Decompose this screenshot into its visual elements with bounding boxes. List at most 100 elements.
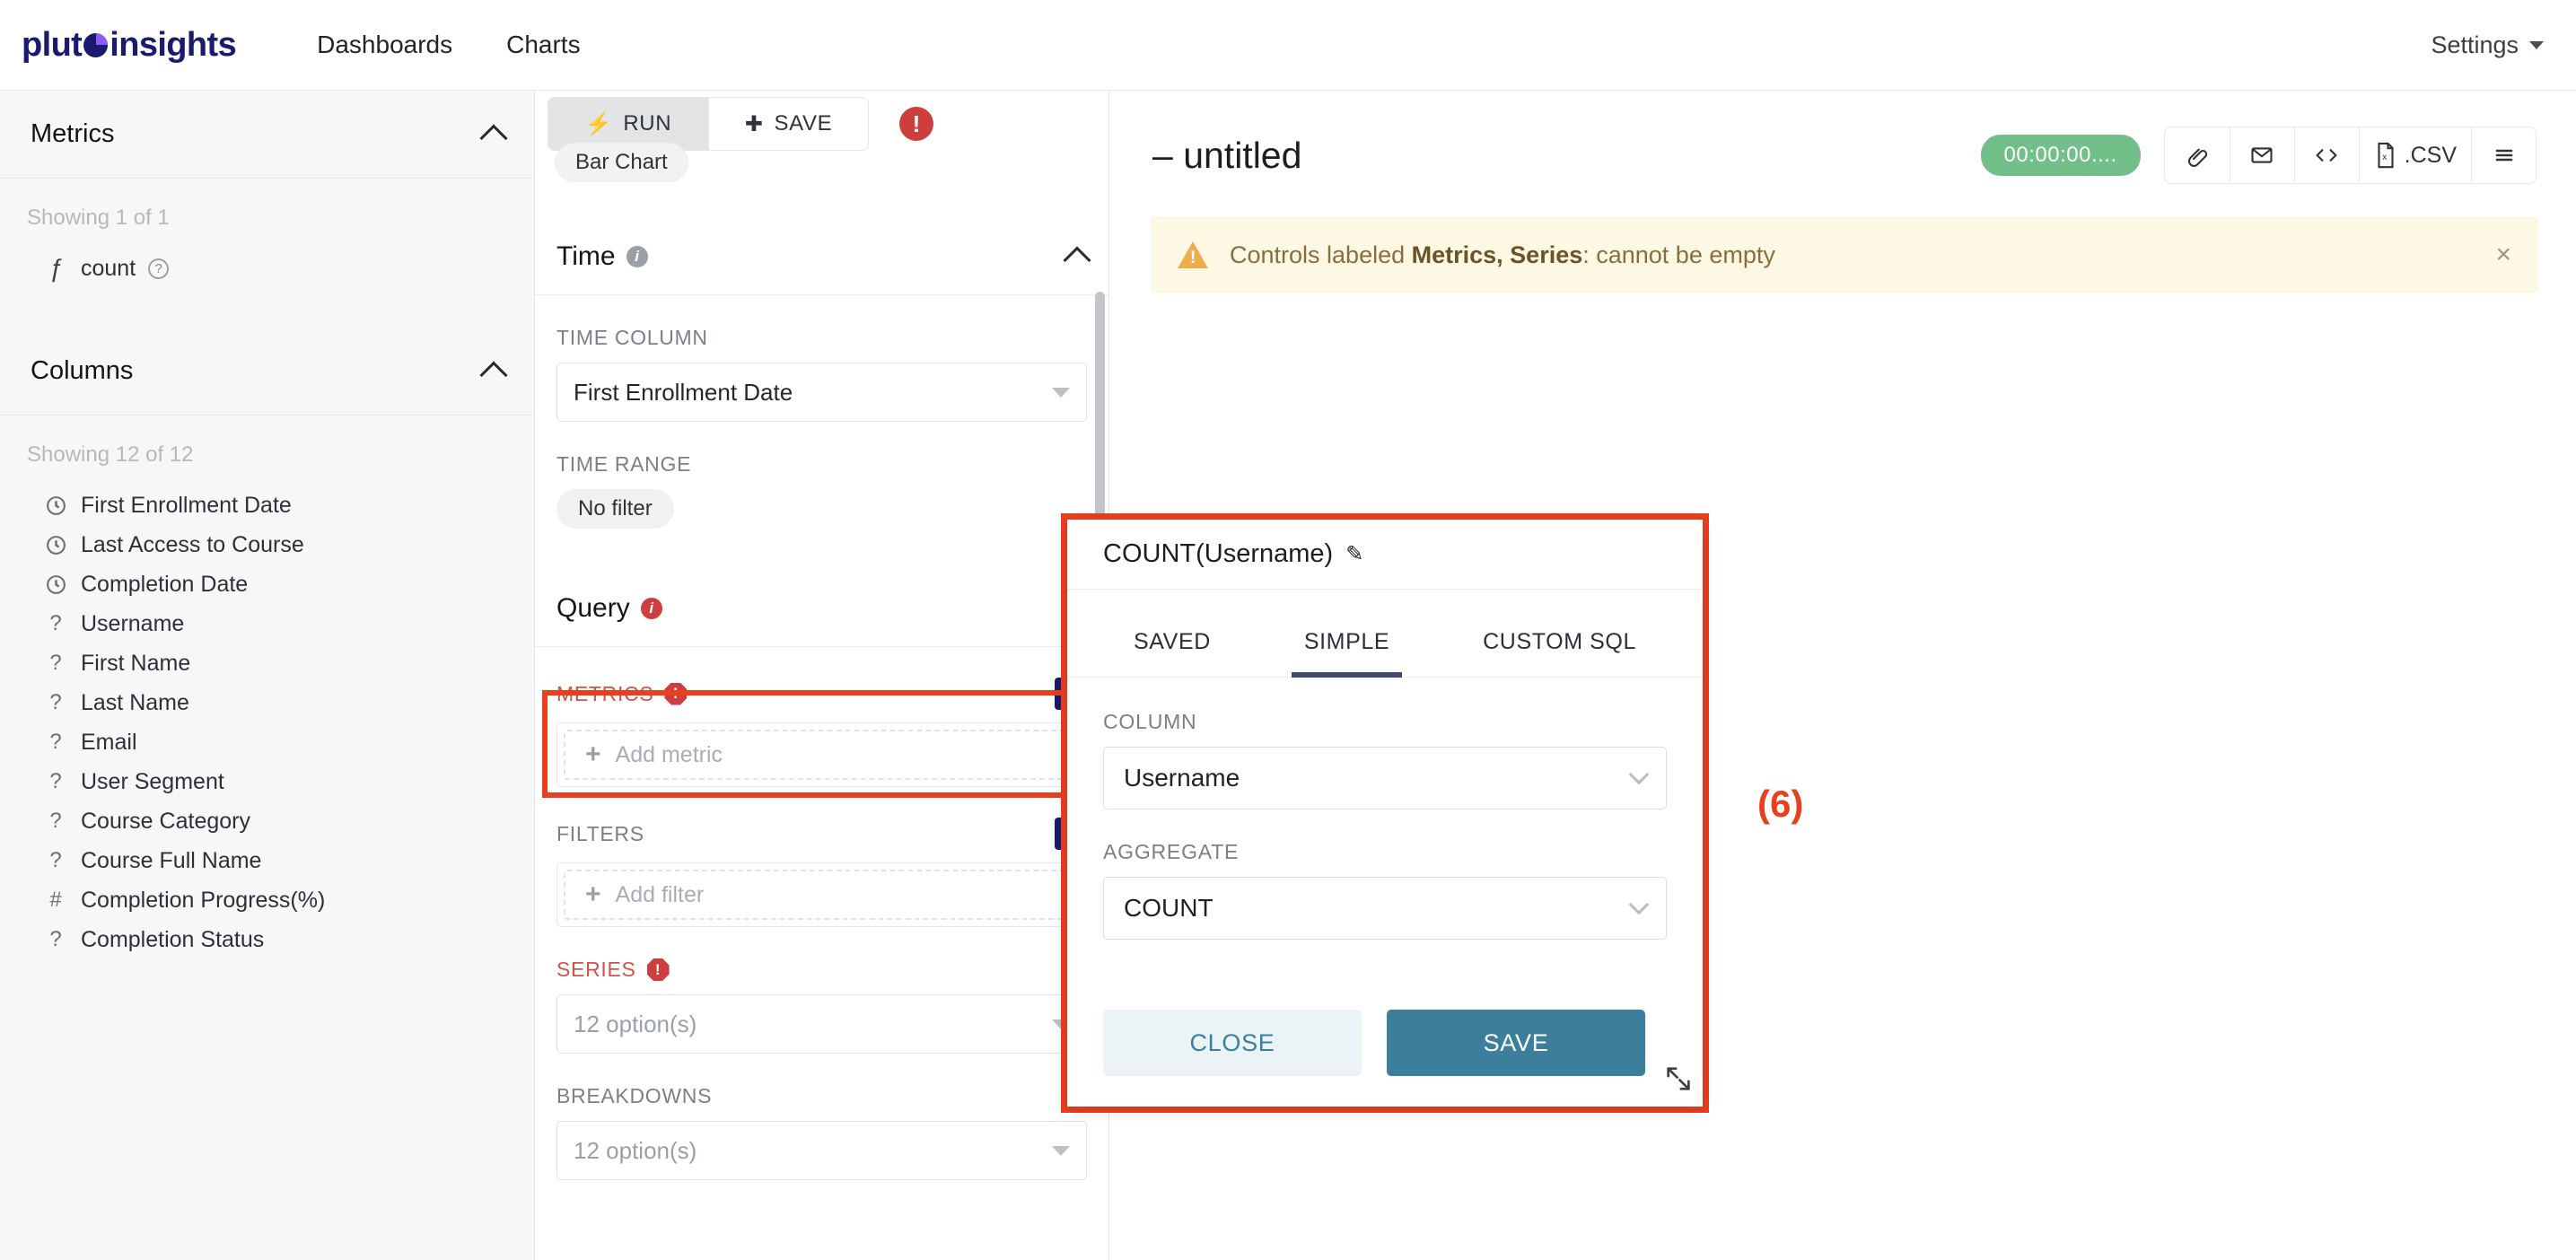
question-icon: ?	[49, 730, 62, 754]
popover-column-label: COLUMN	[1103, 710, 1197, 733]
list-item[interactable]: ? Email	[0, 722, 534, 762]
help-icon[interactable]: ?	[148, 258, 170, 279]
metrics-section-header[interactable]: Metrics	[0, 91, 534, 179]
add-metric-placeholder[interactable]: + Add metric	[564, 730, 1080, 780]
time-section-header[interactable]: Time i	[535, 218, 1108, 295]
breakdowns-select[interactable]: 12 option(s)	[556, 1121, 1087, 1180]
popover-title: COUNT(Username)	[1103, 539, 1334, 568]
popover-column-field: COLUMN Username	[1103, 710, 1667, 809]
list-item[interactable]: ? First Name	[0, 643, 534, 683]
query-section-header[interactable]: Query i	[535, 570, 1108, 647]
alert-text-bold: Metrics, Series	[1411, 241, 1583, 268]
series-label: SERIES	[556, 958, 636, 981]
tab-saved[interactable]: SAVED	[1121, 620, 1223, 677]
list-item[interactable]: ? Username	[0, 604, 534, 643]
filters-dropzone[interactable]: + Add filter	[556, 862, 1087, 927]
save-query-button[interactable]: ✚ SAVE	[708, 98, 868, 150]
list-item[interactable]: First Enrollment Date	[0, 486, 534, 525]
settings-menu[interactable]: Settings	[2431, 31, 2544, 59]
share-link-icon[interactable]	[2164, 127, 2230, 183]
metrics-dropzone[interactable]: + Add metric	[556, 722, 1087, 787]
chevron-down-icon	[1628, 894, 1650, 915]
app-logo[interactable]: plut insights	[22, 25, 237, 65]
hash-icon: #	[49, 888, 62, 912]
save-button[interactable]: SAVE	[1387, 1010, 1645, 1076]
filters-field: FILTERS + + Add filter	[556, 818, 1087, 927]
alert-text-after: : cannot be empty	[1582, 241, 1775, 268]
close-button[interactable]: CLOSE	[1103, 1010, 1362, 1076]
csv-icon[interactable]: x .CSV	[2358, 127, 2471, 183]
pluto-pie-icon	[83, 32, 109, 57]
list-item[interactable]: ? Last Name	[0, 683, 534, 722]
chevron-up-icon[interactable]	[479, 123, 508, 153]
list-item[interactable]: Last Access to Course	[0, 525, 534, 564]
metrics-label-row: METRICS ! +	[556, 678, 1087, 710]
add-filter-placeholder[interactable]: + Add filter	[564, 870, 1080, 920]
error-badge-icon[interactable]: !	[899, 107, 933, 141]
column-label: Email	[81, 729, 137, 755]
list-item[interactable]: # Completion Progress(%)	[0, 880, 534, 920]
info-icon[interactable]: i	[640, 597, 662, 619]
time-section-title: Time	[556, 241, 616, 271]
metric-item-count[interactable]: ƒ count ?	[0, 249, 534, 288]
chevron-down-icon	[1052, 1145, 1070, 1156]
column-label: User Segment	[81, 768, 224, 794]
chevron-down-icon	[1628, 764, 1650, 785]
menu-icon[interactable]	[2471, 127, 2536, 183]
run-button-label: RUN	[623, 111, 672, 136]
columns-section-header[interactable]: Columns	[0, 328, 534, 416]
popover-aggregate-label: AGGREGATE	[1103, 840, 1240, 863]
list-item[interactable]: ? Course Category	[0, 801, 534, 841]
tab-custom-sql[interactable]: CUSTOM SQL	[1470, 620, 1649, 677]
step-annotation: (6)	[1757, 783, 1804, 825]
question-icon: ?	[49, 611, 62, 635]
list-item[interactable]: Completion Date	[0, 564, 534, 604]
popover-aggregate-value: COUNT	[1124, 894, 1214, 922]
query-section-body: METRICS ! + + Add metric FILTERS +	[535, 678, 1108, 1180]
close-icon[interactable]: ×	[2495, 240, 2511, 270]
save-button-label: SAVE	[774, 111, 833, 136]
popover-header: COUNT(Username) ✎	[1067, 520, 1703, 590]
info-icon[interactable]: i	[626, 245, 648, 267]
series-select[interactable]: 12 option(s)	[556, 994, 1087, 1054]
popover-aggregate-select[interactable]: COUNT	[1103, 877, 1667, 940]
page-title[interactable]: – untitled	[1152, 135, 1301, 177]
breakdowns-label: BREAKDOWNS	[556, 1084, 713, 1107]
columns-section-title: Columns	[31, 356, 134, 385]
popover-column-select[interactable]: Username	[1103, 747, 1667, 809]
list-item[interactable]: ? Completion Status	[0, 920, 534, 959]
question-icon: ?	[49, 809, 62, 833]
metrics-section-title: Metrics	[31, 119, 115, 148]
add-filter-label: Add filter	[615, 881, 705, 907]
control-panel: ⚡ RUN ✚ SAVE ! Bar Chart Time i TIME COL…	[535, 91, 1109, 1260]
warning-triangle-icon	[1178, 241, 1208, 268]
clock-icon	[31, 493, 81, 518]
column-label: First Enrollment Date	[81, 492, 292, 518]
validation-alert-banner: Controls labeled Metrics, Series: cannot…	[1151, 216, 2538, 293]
question-icon: ?	[49, 769, 62, 793]
time-column-select[interactable]: First Enrollment Date	[556, 363, 1087, 422]
brand-text-first: plut	[22, 25, 83, 64]
alert-text-before: Controls labeled	[1230, 241, 1412, 268]
list-item[interactable]: ? User Segment	[0, 762, 534, 801]
time-range-value-chip[interactable]: No filter	[556, 489, 674, 529]
email-icon[interactable]	[2229, 127, 2294, 183]
edit-pencil-icon[interactable]: ✎	[1345, 541, 1363, 567]
nav-item-charts[interactable]: Charts	[506, 31, 580, 59]
chevron-up-icon[interactable]	[1063, 245, 1091, 275]
chevron-up-icon[interactable]	[479, 360, 508, 389]
code-icon[interactable]	[2293, 127, 2359, 183]
svg-text:x: x	[2382, 153, 2387, 162]
time-column-label: TIME COLUMN	[556, 326, 708, 349]
datasource-panel: Metrics Showing 1 of 1 ƒ count ? Columns…	[0, 91, 535, 1260]
alert-message: Controls labeled Metrics, Series: cannot…	[1230, 241, 1775, 269]
popover-resize-grip-icon[interactable]	[1663, 1063, 1694, 1094]
add-metric-label: Add metric	[615, 741, 723, 767]
metric-item-label: count	[81, 255, 136, 281]
metrics-label: METRICS	[556, 681, 654, 705]
query-timer-badge: 00:00:00....	[1980, 135, 2141, 176]
metrics-field: METRICS ! + + Add metric	[556, 678, 1087, 787]
tab-simple[interactable]: SIMPLE	[1291, 620, 1403, 678]
list-item[interactable]: ? Course Full Name	[0, 841, 534, 880]
nav-item-dashboards[interactable]: Dashboards	[317, 31, 452, 59]
